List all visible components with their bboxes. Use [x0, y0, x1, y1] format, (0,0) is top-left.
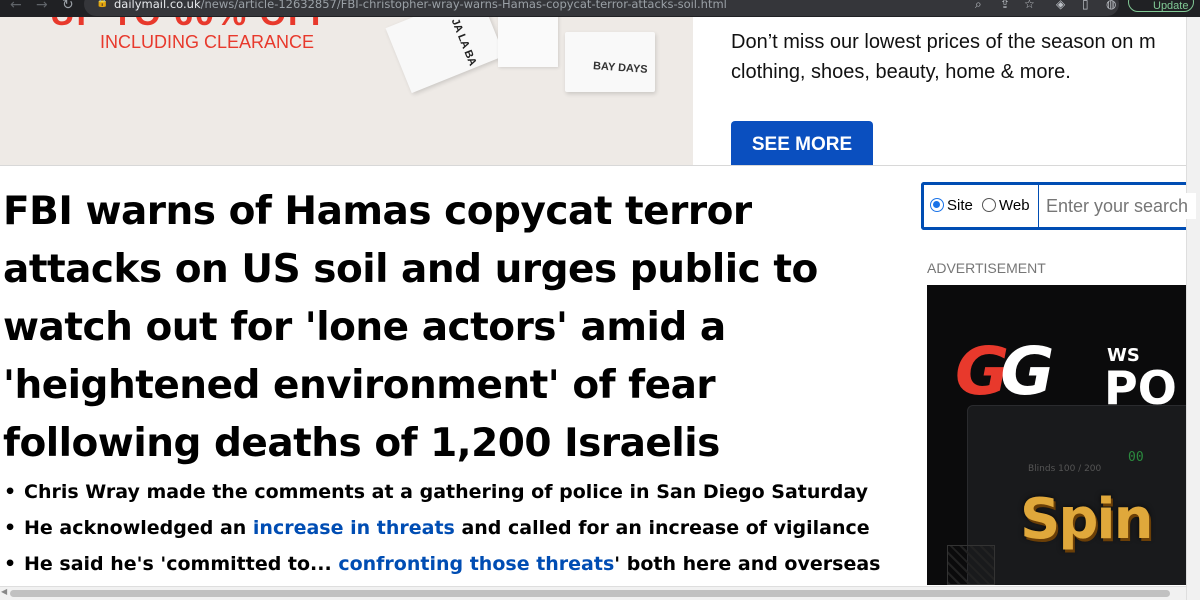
- update-button[interactable]: Update: [1128, 0, 1194, 12]
- forward-arrow-icon[interactable]: →: [36, 0, 48, 13]
- headline-line: FBI warns of Hamas copycat terror: [3, 189, 752, 234]
- update-label: Update: [1153, 0, 1189, 12]
- sidepanel-icon[interactable]: ▯: [1082, 0, 1089, 11]
- shopping-box: BAY DAYS: [565, 32, 655, 92]
- site-radio[interactable]: [930, 198, 944, 212]
- table-blinds-text: Blinds 100 / 200: [1028, 464, 1102, 474]
- back-arrow-icon[interactable]: ←: [10, 0, 22, 13]
- confronting-threats-link[interactable]: confronting those threats: [338, 553, 614, 575]
- scroll-left-arrow-icon[interactable]: ◀: [1, 587, 7, 596]
- ad-clearance-text: INCLUDING CLEARANCE: [100, 32, 315, 52]
- bullet-text: ' both here and overseas: [614, 553, 881, 575]
- headline-line: 'heightened environment' of fear: [3, 363, 716, 408]
- zoom-icon[interactable]: ⌕: [975, 0, 982, 12]
- search-option-site[interactable]: Site: [930, 197, 973, 214]
- see-more-button[interactable]: SEE MORE: [731, 121, 873, 165]
- bullet-item: He acknowledged an increase in threats a…: [4, 514, 880, 550]
- horizontal-scrollbar[interactable]: ◀: [0, 586, 1186, 600]
- bullet-text: He said he's 'committed to...: [24, 553, 339, 575]
- site-radio-label: Site: [947, 197, 973, 214]
- search-input[interactable]: [1046, 193, 1196, 219]
- bullet-item: Chris Wray made the comments at a gather…: [4, 478, 880, 514]
- url-path: /news/article-12632857/FBI-christopher-w…: [200, 0, 727, 11]
- headline-line: following deaths of 1,200 Israelis: [3, 421, 720, 466]
- spin-text: Spin: [1020, 487, 1153, 552]
- ad-image[interactable]: UP TO 60% OFF INCLUDING CLEARANCE LES JA…: [0, 17, 693, 165]
- reload-icon[interactable]: ↻: [62, 0, 74, 13]
- search-divider: [1038, 185, 1039, 227]
- box-label-1: LES JA LA BA: [439, 17, 479, 68]
- net-graphic: [947, 545, 995, 585]
- table-counter-text: 00: [1128, 450, 1144, 465]
- gg-letter: G: [955, 333, 1009, 410]
- gg-logo: GG: [955, 333, 1054, 410]
- bookmark-star-icon[interactable]: ☆: [1024, 0, 1035, 11]
- top-ad-banner[interactable]: UP TO 60% OFF INCLUDING CLEARANCE LES JA…: [0, 17, 1186, 166]
- bullet-text: He acknowledged an: [24, 517, 253, 539]
- headline-line: attacks on US soil and urges public to: [3, 247, 818, 292]
- shopping-box: LES JA LA BA: [385, 17, 505, 94]
- extension-icon[interactable]: ◈: [1056, 0, 1065, 11]
- site-search-box: Site Web: [921, 182, 1196, 230]
- bullet-text: and called for an increase of vigilance: [454, 517, 870, 539]
- bullet-text: Chris Wray made the comments at a gather…: [24, 481, 868, 503]
- scrollbar-thumb[interactable]: [10, 590, 1170, 597]
- ad-tagline: Don’t miss our lowest prices of the seas…: [731, 27, 1186, 87]
- headline-line: watch out for 'lone actors' amid a: [3, 305, 726, 350]
- url-domain: dailymail.co.uk: [114, 0, 201, 11]
- web-radio[interactable]: [982, 198, 996, 212]
- gg-poker-advertisement[interactable]: Blinds 100 / 200 00 GG WS PO Spin: [927, 285, 1186, 585]
- ad-tagline-line: Don’t miss our lowest prices of the seas…: [731, 31, 1156, 53]
- share-icon[interactable]: ⇪: [1000, 0, 1010, 11]
- increase-in-threats-link[interactable]: increase in threats: [253, 517, 455, 539]
- article-bullets: Chris Wray made the comments at a gather…: [4, 478, 880, 586]
- gg-letter: G: [1000, 333, 1054, 410]
- search-option-web[interactable]: Web: [982, 197, 1030, 214]
- poker-text: PO: [1104, 361, 1177, 415]
- url-text[interactable]: dailymail.co.uk/news/article-12632857/FB…: [114, 0, 727, 11]
- profile-icon[interactable]: ◍: [1106, 0, 1116, 11]
- shopping-box: [498, 17, 558, 67]
- lock-icon[interactable]: 🔒: [96, 0, 108, 8]
- advertisement-label: ADVERTISEMENT: [927, 260, 1046, 276]
- article-headline: FBI warns of Hamas copycat terror attack…: [3, 183, 903, 473]
- box-label-2: BAY DAYS: [592, 60, 648, 76]
- browser-toolbar: ← → ↻ 🔒 dailymail.co.uk/news/article-126…: [0, 0, 1200, 17]
- web-radio-label: Web: [999, 197, 1030, 214]
- ad-tagline-line: clothing, shoes, beauty, home & more.: [731, 61, 1071, 83]
- vertical-scrollbar[interactable]: [1186, 17, 1200, 600]
- bullet-item: He said he's 'committed to... confrontin…: [4, 550, 880, 586]
